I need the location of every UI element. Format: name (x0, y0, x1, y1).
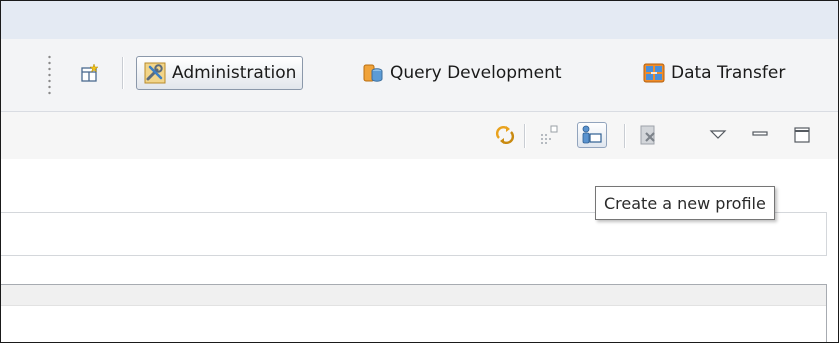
window-header-strip (1, 1, 838, 40)
view-toolbar (1, 112, 838, 159)
perspective-data-transfer-button[interactable]: Data Transfer (643, 56, 785, 90)
eclipse-window: Administration Query Development Data Tr… (0, 0, 839, 343)
perspective-toolbar: Administration Query Development Data Tr… (1, 39, 838, 112)
maximize-icon[interactable] (791, 124, 813, 146)
tooltip-text: Create a new profile (604, 193, 766, 213)
view-menu-icon[interactable] (707, 124, 729, 146)
disconnect-icon[interactable] (638, 124, 660, 146)
new-profile-button[interactable] (577, 122, 607, 148)
tooltip: Create a new profile (595, 186, 775, 220)
perspective-query-development-label: Query Development (390, 63, 562, 83)
administration-icon (144, 62, 166, 84)
schema-tree-icon[interactable] (538, 124, 560, 146)
toolbar-separator (122, 57, 123, 89)
open-perspective-icon[interactable] (80, 63, 100, 83)
new-profile-icon (582, 125, 602, 144)
query-development-icon (363, 64, 383, 82)
toolbar-separator (624, 124, 625, 148)
perspective-data-transfer-label: Data Transfer (671, 63, 786, 83)
perspective-query-development-button[interactable]: Query Development (362, 56, 562, 90)
toolbar-separator (524, 124, 525, 148)
toolbar-grip-handle[interactable] (48, 54, 51, 96)
perspective-administration-label: Administration (172, 63, 297, 83)
data-transfer-icon (643, 63, 665, 83)
profile-list-panel (1, 284, 827, 342)
minimize-icon[interactable] (749, 124, 771, 146)
perspective-administration-button[interactable]: Administration (136, 56, 304, 90)
sync-icon[interactable] (494, 124, 516, 146)
profile-list-header (1, 285, 826, 306)
